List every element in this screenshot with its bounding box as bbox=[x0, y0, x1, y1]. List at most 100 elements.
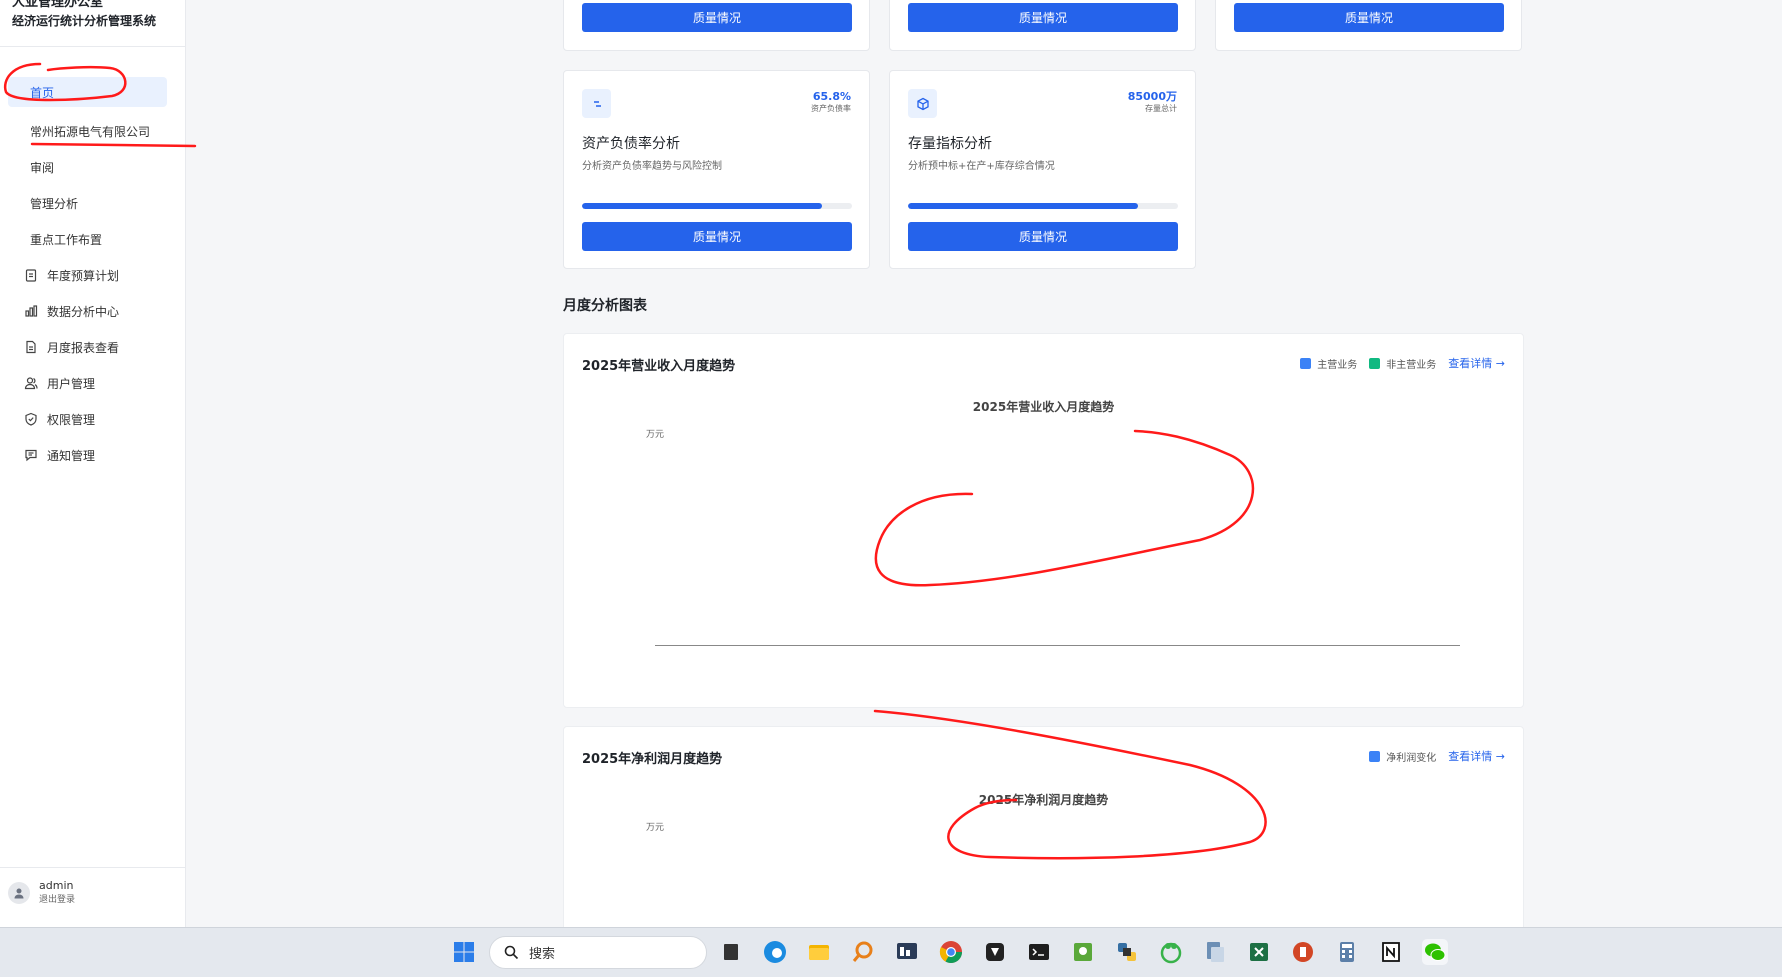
sidebar-item-label: 通知管理 bbox=[47, 448, 96, 463]
asset-ratio-sub: 资产负债率 bbox=[811, 104, 851, 113]
sidebar-item-users[interactable]: 用户管理 bbox=[0, 365, 186, 401]
legend-item[interactable]: 非主营业务 bbox=[1369, 356, 1436, 371]
sidebar-item-label: 首页 bbox=[30, 85, 55, 100]
sidebar-item-label: 管理分析 bbox=[30, 196, 79, 211]
avatar[interactable] bbox=[8, 881, 30, 904]
profit-chart-panel: 2025年净利润月度趋势 净利润变化 查看详情 → 2025年净利润月度趋势 万… bbox=[563, 726, 1524, 927]
card-title: 资产负债率分析 bbox=[582, 136, 680, 152]
sidebar-item-label: 月度报表查看 bbox=[47, 340, 120, 355]
divider bbox=[0, 867, 186, 868]
cube-icon bbox=[908, 89, 937, 118]
chart-legend: 主营业务 非主营业务 查看详情 → bbox=[1300, 355, 1505, 371]
legend-label: 主营业务 bbox=[1317, 359, 1358, 371]
sidebar-item-label: 权限管理 bbox=[47, 412, 96, 427]
task-view-icon[interactable] bbox=[718, 939, 744, 965]
terminal-icon[interactable] bbox=[1026, 939, 1052, 965]
message-icon bbox=[25, 449, 37, 462]
quality-button[interactable]: 质量情况 bbox=[582, 3, 852, 32]
taskbar-search[interactable]: 搜索 bbox=[489, 936, 707, 969]
powerpoint-icon[interactable] bbox=[1290, 939, 1316, 965]
stock-index-card: 85000万 存量总计 存量指标分析 分析预中标+在产+库存综合情况 质量情况 bbox=[889, 70, 1196, 269]
y-axis-unit: 万元 bbox=[646, 430, 665, 440]
revenue-chart-panel: 2025年营业收入月度趋势 主营业务 非主营业务 查看详情 → 2025年营业收… bbox=[563, 333, 1524, 708]
brand-line1: 人亚管理办公室 bbox=[12, 0, 104, 10]
cleaner-icon[interactable] bbox=[1158, 939, 1184, 965]
metric-card-top-2: 质量情况 bbox=[889, 0, 1196, 51]
search-icon bbox=[504, 945, 519, 960]
quality-button[interactable]: 质量情况 bbox=[908, 222, 1178, 251]
quality-button[interactable]: 质量情况 bbox=[582, 222, 852, 251]
users-icon bbox=[24, 377, 38, 390]
card-title: 存量指标分析 bbox=[908, 136, 992, 152]
asset-ratio-card: 65.8% 资产负债率 资产负债率分析 分析资产负债率趋势与风险控制 质量情况 bbox=[563, 70, 870, 269]
file-explorer-icon[interactable] bbox=[806, 939, 832, 965]
view-details-link[interactable]: 查看详情 → bbox=[1448, 355, 1505, 371]
sidebar-item-label: 用户管理 bbox=[47, 376, 96, 391]
legend-item[interactable]: 主营业务 bbox=[1300, 356, 1357, 371]
x-axis-line bbox=[655, 645, 1460, 646]
sidebar-item-budget[interactable]: 年度预算计划 bbox=[0, 257, 186, 293]
panel-title: 2025年净利润月度趋势 bbox=[582, 752, 723, 767]
sidebar-item-company[interactable]: 常州拓源电气有限公司 bbox=[0, 113, 186, 149]
sidebar-item-review[interactable]: 审阅 bbox=[0, 149, 186, 185]
section-title: 月度分析图表 bbox=[563, 298, 647, 314]
taskbar: 搜索 bbox=[0, 927, 1782, 977]
progress-bar bbox=[582, 203, 852, 209]
sidebar-item-home[interactable]: 首页 bbox=[8, 77, 167, 107]
sidebar-item-notifications[interactable]: 通知管理 bbox=[0, 437, 186, 473]
edge-browser-icon[interactable] bbox=[762, 939, 788, 965]
chart-legend: 净利润变化 查看详情 → bbox=[1369, 748, 1505, 764]
view-details-link[interactable]: 查看详情 → bbox=[1448, 748, 1505, 764]
sidebar-item-label: 年度预算计划 bbox=[47, 268, 120, 283]
sidebar-item-monthly-report[interactable]: 月度报表查看 bbox=[0, 329, 186, 365]
progress-bar bbox=[908, 203, 1178, 209]
card-desc: 分析资产负债率趋势与风险控制 bbox=[582, 161, 722, 172]
shield-icon bbox=[25, 412, 37, 426]
sidebar-item-data-center[interactable]: 数据分析中心 bbox=[0, 293, 186, 329]
document-tool-icon[interactable] bbox=[1202, 939, 1228, 965]
sidebar-item-key-work[interactable]: 重点工作布置 bbox=[0, 221, 186, 257]
clipboard-icon bbox=[25, 269, 37, 282]
chart-title: 2025年营业收入月度趋势 bbox=[972, 400, 1115, 414]
sidebar-nav: 首页 常州拓源电气有限公司 审阅 管理分析 重点工作布置 年度预算计划 数据分析… bbox=[0, 77, 186, 473]
monitor-tool-icon[interactable] bbox=[894, 939, 920, 965]
sidebar-item-management-analysis[interactable]: 管理分析 bbox=[0, 185, 186, 221]
legend-item[interactable]: 净利润变化 bbox=[1369, 749, 1436, 764]
logout-link[interactable]: 退出登录 bbox=[39, 893, 75, 907]
document-icon bbox=[26, 340, 36, 354]
scale-icon bbox=[582, 89, 611, 118]
panel-title: 2025年营业收入月度趋势 bbox=[582, 359, 736, 374]
python-icon[interactable] bbox=[1114, 939, 1140, 965]
progress-fill bbox=[582, 203, 823, 209]
image-app-icon[interactable] bbox=[1070, 939, 1096, 965]
user-name: admin bbox=[39, 879, 74, 892]
excel-icon[interactable] bbox=[1246, 939, 1272, 965]
brand-line2: 经济运行统计分析管理系统 bbox=[12, 14, 157, 28]
sidebar-item-label: 重点工作布置 bbox=[30, 232, 103, 247]
stock-value: 85000万 bbox=[1127, 90, 1177, 103]
sidebar-item-label: 数据分析中心 bbox=[47, 304, 120, 319]
stock-sub: 存量总计 bbox=[1145, 104, 1177, 113]
legend-swatch bbox=[1369, 357, 1381, 369]
chart-title: 2025年净利润月度趋势 bbox=[978, 793, 1109, 807]
calculator-icon[interactable] bbox=[1334, 939, 1360, 965]
sidebar-item-label: 审阅 bbox=[30, 160, 55, 175]
wechat-icon[interactable] bbox=[1422, 939, 1448, 965]
legend-swatch bbox=[1300, 357, 1312, 369]
brand: 人亚管理办公室 经济运行统计分析管理系统 bbox=[12, 0, 156, 30]
quality-button[interactable]: 质量情况 bbox=[908, 3, 1178, 32]
app-icon[interactable] bbox=[982, 939, 1008, 965]
quality-button[interactable]: 质量情况 bbox=[1234, 3, 1504, 32]
asset-ratio-value: 65.8% bbox=[812, 90, 851, 103]
legend-swatch bbox=[1369, 750, 1381, 762]
notion-icon[interactable] bbox=[1378, 939, 1404, 965]
metric-card-top-3: 质量情况 bbox=[1215, 0, 1522, 51]
sidebar-item-permissions[interactable]: 权限管理 bbox=[0, 401, 186, 437]
chrome-icon[interactable] bbox=[938, 939, 964, 965]
search-placeholder: 搜索 bbox=[529, 947, 556, 962]
windows-start-icon[interactable] bbox=[451, 939, 477, 965]
search-tool-icon[interactable] bbox=[850, 939, 876, 965]
legend-label: 非主营业务 bbox=[1386, 359, 1437, 371]
legend-label: 净利润变化 bbox=[1386, 752, 1437, 764]
user-panel: admin 退出登录 bbox=[8, 878, 75, 907]
